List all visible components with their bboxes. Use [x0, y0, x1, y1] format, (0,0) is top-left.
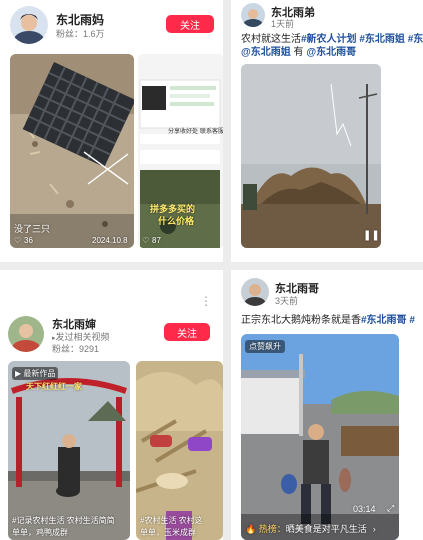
fan-count: 粉丝：9291 — [52, 344, 100, 354]
pause-icon[interactable]: ❚❚ — [363, 230, 380, 241]
fan-count: 粉丝：1.6万 — [56, 29, 105, 39]
avatar[interactable] — [10, 6, 48, 44]
follow-button[interactable]: 关注 — [164, 323, 210, 341]
video-thumbnail[interactable]: ❚❚ — [241, 64, 381, 248]
video-duration: 03:14 — [353, 504, 376, 514]
follow-button[interactable]: 关注 — [166, 15, 214, 33]
video-caption: #记录农村生活 农村生活简简 — [12, 516, 115, 525]
chevron-right-icon: › — [372, 524, 376, 534]
avatar[interactable] — [241, 278, 269, 306]
post-text-line-2: @东北雨姐 有 @东北雨哥 — [241, 47, 357, 58]
hashtag-link[interactable]: #东北雨姐 — [359, 34, 405, 45]
video-caption-line-2: 单单，鸡鸭成群 — [12, 528, 68, 537]
post-time: 1天前 — [271, 19, 295, 29]
post-card-yuge[interactable]: 东北雨哥 3天前 正宗东北大鹅炖粉条就是香#东北雨哥 # 点赞飙升 03:14 … — [231, 270, 423, 540]
promo-text-2: 联系客服 — [200, 129, 223, 135]
play-icon: ▶ — [15, 369, 22, 378]
avatar[interactable] — [8, 316, 44, 352]
video-thumbnail[interactable]: 点赞飙升 03:14 ⤢ 🔥 热榜：晒美食是对平凡生活 › — [241, 334, 399, 540]
mention-link[interactable]: @东北雨姐 — [241, 47, 291, 58]
hashtag-link[interactable]: #东北雨 — [408, 34, 423, 45]
post-card-yushen[interactable]: ⋮ 东北雨婶 ▸发过相关视频 粉丝：9291 关注 天下红红红一家 ▶ 最新作品… — [0, 270, 223, 540]
hashtag-link[interactable]: #东北雨哥 — [361, 315, 407, 326]
video-thumbnail[interactable]: 没了三只 ♡ 36 2024.10.8 — [10, 54, 134, 248]
post-text-line-1: 农村就这生活#新农人计划 #东北雨姐 #东北雨 — [241, 33, 423, 46]
ground-crate-image — [10, 54, 134, 248]
author-name[interactable]: 东北雨妈 — [56, 11, 104, 28]
video-caption-line-2: 单单，玉米成群 — [140, 528, 196, 537]
video-overlay-subtitle: 什么价格 — [158, 216, 195, 226]
like-count: 36 — [24, 236, 33, 245]
post-text: 正宗东北大鹅炖粉条就是香#东北雨哥 # — [241, 315, 415, 326]
farm-firewood-image — [241, 64, 381, 248]
heart-icon: ♡ — [142, 236, 150, 245]
avatar[interactable] — [241, 3, 265, 27]
video-thumbnail[interactable]: 分享收好处 联系客服 拼多多买的 什么价格 ♡ 87 — [138, 54, 223, 248]
trending-badge: 点赞飙升 — [245, 340, 285, 353]
corn-husks-image — [136, 361, 223, 540]
post-card-yudi[interactable]: 东北雨弟 1天前 农村就这生活#新农人计划 #东北雨姐 #东北雨 @东北雨姐 有… — [231, 0, 423, 262]
mention-link[interactable]: @东北雨哥 — [306, 47, 356, 58]
video-thumbnail[interactable]: #农村生活 农村这 单单，玉米成群 — [136, 361, 223, 540]
video-date: 2024.10.8 — [92, 236, 128, 245]
fire-icon: 🔥 — [245, 524, 257, 534]
video-caption: #农村生活 农村这 — [140, 516, 203, 525]
latest-badge: ▶ 最新作品 — [12, 367, 59, 380]
promo-text-1: 分享收好处 — [168, 129, 199, 135]
hashtag-link[interactable]: # — [409, 315, 415, 326]
post-time: 3天前 — [275, 296, 299, 306]
heart-icon: ♡ — [14, 236, 22, 245]
video-caption: 没了三只 — [14, 224, 51, 234]
hot-list-bar[interactable]: 🔥 热榜：晒美食是对平凡生活 › — [245, 522, 376, 535]
like-count: 87 — [152, 236, 161, 245]
post-card-yuma[interactable]: 东北雨妈 粉丝：1.6万 关注 没了三只 ♡ 36 2024.10.8 分享收好… — [0, 0, 223, 262]
video-thumbnail[interactable]: 天下红红红一家 ▶ 最新作品 #记录农村生活 农村生活简简 单单，鸡鸭成群 — [8, 361, 130, 540]
arch-text: 天下红红红一家 — [26, 382, 82, 391]
hashtag-link[interactable]: #新农人计划 — [301, 34, 357, 45]
more-icon[interactable]: ⋮ — [200, 294, 212, 308]
fullscreen-icon[interactable]: ⤢ — [387, 503, 394, 514]
